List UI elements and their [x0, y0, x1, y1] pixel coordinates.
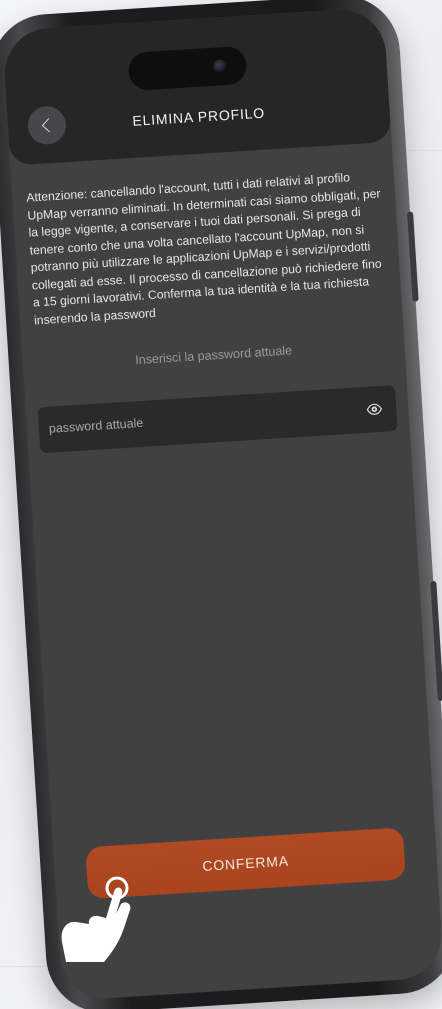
- confirm-button-label: CONFERMA: [201, 852, 290, 874]
- eye-icon[interactable]: [366, 401, 383, 418]
- password-prompt-label: Inserisci la password attuale: [134, 343, 293, 368]
- app-screen: ELIMINA PROFILO Attenzione: cancellando …: [1, 6, 442, 1002]
- dynamic-island: [127, 45, 248, 92]
- hand-pointer-icon: [61, 876, 131, 962]
- header-bar: ELIMINA PROFILO: [1, 6, 392, 166]
- phone-device: ELIMINA PROFILO Attenzione: cancellando …: [0, 0, 442, 1009]
- camera-icon: [213, 58, 227, 73]
- page-title: ELIMINA PROFILO: [131, 104, 266, 129]
- password-input[interactable]: password attuale: [37, 384, 398, 454]
- password-placeholder: password attuale: [48, 415, 144, 436]
- warning-text: Attenzione: cancellando l'account, tutti…: [25, 170, 382, 327]
